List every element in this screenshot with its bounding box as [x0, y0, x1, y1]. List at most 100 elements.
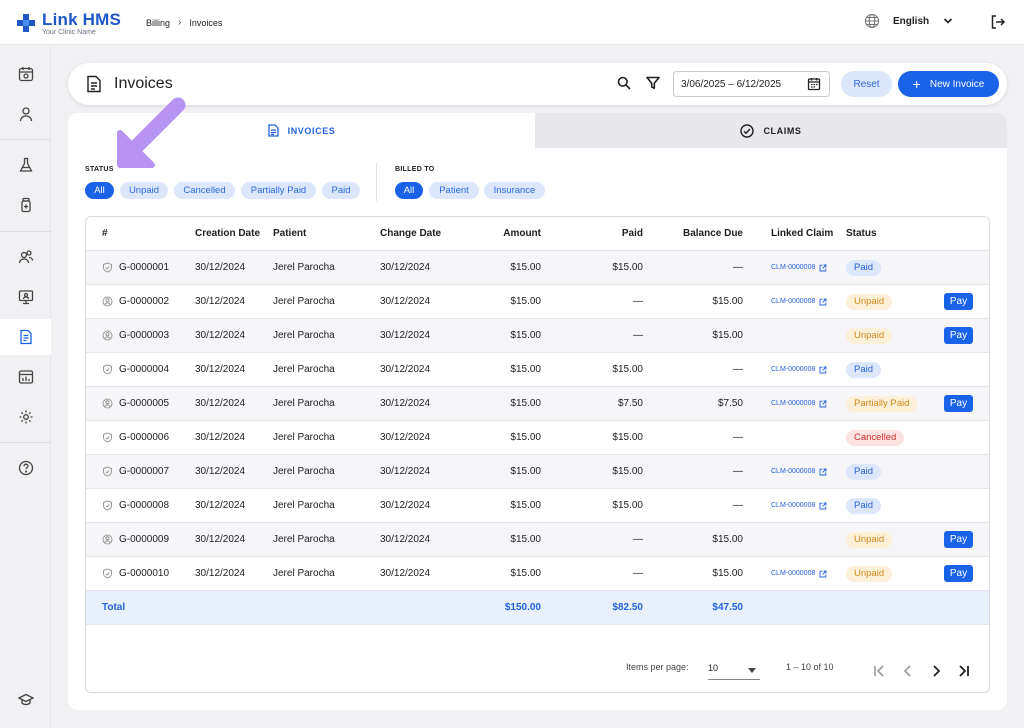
invoice-id: G-0000009	[119, 534, 170, 545]
invoice-id-cell[interactable]: G-0000005	[102, 387, 169, 420]
billed-to-chip-patient[interactable]: Patient	[429, 182, 479, 199]
page-range: 1 – 10 of 10	[786, 662, 834, 672]
col-header-creation-date[interactable]: Creation Date	[195, 217, 260, 250]
pay-button[interactable]: Pay	[944, 395, 973, 412]
sidebar-divider	[0, 442, 51, 443]
balance-due-cell: $15.00	[712, 534, 743, 545]
patient-cell: Jerel Parocha	[273, 398, 335, 409]
table-row[interactable]: G-0000001 30/12/2024 Jerel Parocha 30/12/20…	[86, 251, 989, 285]
billed-to-chip-insurance[interactable]: Insurance	[484, 182, 545, 199]
items-per-page-select[interactable]: 10	[708, 663, 760, 680]
sidebar-item-appointments[interactable]	[0, 56, 51, 92]
col-header-number[interactable]: #	[102, 217, 108, 250]
invoice-id-cell[interactable]: G-0000003	[102, 319, 169, 352]
table-row[interactable]: G-0000009 30/12/2024 Jerel Parocha 30/12/20…	[86, 523, 989, 557]
total-amount: $150.00	[504, 602, 541, 613]
amount-cell: $15.00	[510, 398, 541, 409]
invoice-id-cell[interactable]: G-0000010	[102, 557, 169, 590]
status-cell: Unpaid	[846, 319, 893, 352]
prev-page-icon[interactable]	[901, 664, 915, 678]
sidebar	[0, 46, 51, 728]
table-row[interactable]: G-0000008 30/12/2024 Jerel Parocha 30/12/20…	[86, 489, 989, 523]
linked-claim-link[interactable]: CLM-0000008	[771, 455, 827, 488]
new-invoice-button[interactable]: + New Invoice	[898, 71, 999, 97]
linked-claim-link[interactable]: CLM-0000008	[771, 489, 827, 522]
breadcrumb-billing[interactable]: Billing	[146, 18, 170, 28]
invoice-id-cell[interactable]: G-0000007	[102, 455, 169, 488]
app-logo[interactable]: Link HMS Your Clinic Name	[16, 11, 121, 36]
external-link-icon	[819, 264, 827, 272]
pay-button[interactable]: Pay	[944, 327, 973, 344]
status-chip-paid[interactable]: Paid	[322, 182, 360, 199]
col-header-status[interactable]: Status	[846, 217, 877, 250]
col-header-change-date[interactable]: Change Date	[380, 217, 441, 250]
sidebar-item-billing[interactable]	[0, 319, 51, 355]
linked-claim-link[interactable]: CLM-0000008	[771, 353, 827, 386]
sidebar-item-staff[interactable]	[0, 239, 51, 275]
calendar-picker-icon[interactable]	[807, 77, 821, 91]
table-row[interactable]: G-0000003 30/12/2024 Jerel Parocha 30/12/20…	[86, 319, 989, 353]
sidebar-item-lab[interactable]	[0, 147, 51, 183]
pay-button[interactable]: Pay	[944, 565, 973, 582]
sidebar-item-telehealth[interactable]	[0, 279, 51, 315]
invoice-id-cell[interactable]: G-0000004	[102, 353, 169, 386]
invoice-id-cell[interactable]: G-0000006	[102, 421, 169, 454]
linked-claim-link[interactable]: CLM-0000008	[771, 387, 827, 420]
breadcrumb-invoices: Invoices	[189, 17, 223, 28]
status-cell: Cancelled	[846, 421, 905, 454]
linked-claim-link[interactable]: CLM-0000008	[771, 285, 827, 318]
table-row[interactable]: G-0000006 30/12/2024 Jerel Parocha 30/12/20…	[86, 421, 989, 455]
search-button[interactable]	[617, 76, 631, 90]
invoice-id-cell[interactable]: G-0000008	[102, 489, 169, 522]
table-row[interactable]: G-0000002 30/12/2024 Jerel Parocha 30/12/20…	[86, 285, 989, 319]
col-header-balance-due[interactable]: Balance Due	[656, 217, 743, 250]
status-badge: Partially Paid	[846, 395, 918, 412]
col-header-patient[interactable]: Patient	[273, 217, 306, 250]
language-selector[interactable]: English	[864, 13, 953, 29]
invoice-id-cell[interactable]: G-0000001	[102, 251, 169, 284]
paid-cell: $15.00	[612, 500, 643, 511]
patient-cell: Jerel Parocha	[273, 500, 335, 511]
invoice-id-cell[interactable]: G-0000002	[102, 285, 169, 318]
pay-button[interactable]: Pay	[944, 531, 973, 548]
sidebar-item-help[interactable]	[0, 450, 51, 486]
sidebar-item-reports[interactable]	[0, 359, 51, 395]
table-row[interactable]: G-0000004 30/12/2024 Jerel Parocha 30/12/20…	[86, 353, 989, 387]
tab-claims[interactable]: CLAIMS	[535, 113, 1007, 148]
reset-button[interactable]: Reset	[841, 71, 892, 97]
date-range-field[interactable]: 3/06/2025 – 6/12/2025	[673, 71, 830, 97]
linked-claim-link[interactable]: CLM-0000008	[771, 557, 827, 590]
first-page-icon[interactable]	[872, 664, 886, 678]
invoice-id: G-0000003	[119, 330, 170, 341]
col-header-paid[interactable]: Paid	[556, 217, 643, 250]
table-row[interactable]: G-0000007 30/12/2024 Jerel Parocha 30/12/20…	[86, 455, 989, 489]
linked-claim-link[interactable]: CLM-0000008	[771, 251, 827, 284]
sidebar-divider	[0, 231, 51, 232]
table-row[interactable]: G-0000010 30/12/2024 Jerel Parocha 30/12/20…	[86, 557, 989, 591]
col-header-linked-claim[interactable]: Linked Claim	[771, 217, 833, 250]
table-row[interactable]: G-0000005 30/12/2024 Jerel Parocha 30/12/20…	[86, 387, 989, 421]
sidebar-item-pharmacy[interactable]	[0, 187, 51, 223]
filter-button[interactable]	[646, 76, 660, 90]
billed-to-chip-all[interactable]: All	[395, 182, 423, 199]
tab-claims-label: CLAIMS	[763, 125, 802, 136]
sidebar-item-settings[interactable]	[0, 399, 51, 435]
pay-button[interactable]: Pay	[944, 293, 973, 310]
col-header-amount[interactable]: Amount	[456, 217, 541, 250]
status-chip-unpaid[interactable]: Unpaid	[120, 182, 168, 199]
invoice-id: G-0000002	[119, 296, 170, 307]
search-icon	[617, 76, 631, 90]
sidebar-item-training[interactable]	[0, 682, 51, 718]
invoice-id-cell[interactable]: G-0000009	[102, 523, 169, 556]
logout-button[interactable]	[990, 14, 1006, 30]
change-date-cell: 30/12/2024	[380, 568, 431, 579]
sidebar-item-patients[interactable]	[0, 96, 51, 132]
patient-cell: Jerel Parocha	[273, 364, 335, 375]
status-chip-all[interactable]: All	[85, 182, 114, 199]
status-chip-cancelled[interactable]: Cancelled	[174, 182, 235, 199]
patient-avatar-icon	[102, 398, 113, 409]
last-page-icon[interactable]	[957, 664, 971, 678]
annotation-arrow-icon	[117, 97, 186, 168]
next-page-icon[interactable]	[929, 664, 943, 678]
status-chip-partially-paid[interactable]: Partially Paid	[241, 182, 316, 199]
